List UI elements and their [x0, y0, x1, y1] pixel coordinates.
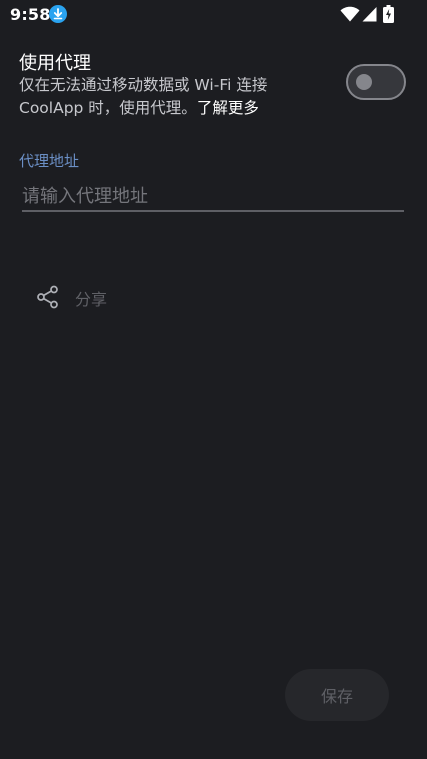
toggle-knob — [356, 74, 372, 90]
share-label: 分享 — [75, 290, 108, 309]
battery-charging-icon — [383, 5, 394, 23]
save-button[interactable]: 保存 — [285, 669, 389, 721]
use-proxy-toggle[interactable] — [346, 64, 406, 100]
signal-icon — [362, 7, 377, 22]
proxy-address-input[interactable] — [22, 182, 404, 212]
proxy-title: 使用代理 — [19, 53, 91, 74]
learn-more-link[interactable]: 了解更多 — [197, 99, 259, 117]
share-button[interactable]: 分享 — [30, 278, 190, 318]
proxy-address-label: 代理地址 — [19, 152, 80, 170]
download-icon — [49, 5, 67, 23]
wifi-icon — [340, 6, 360, 22]
proxy-description: 仅在无法通过移动数据或 Wi-Fi 连接 CoolApp 时，使用代理。了解更多 — [19, 74, 319, 120]
status-time: 9:58 — [10, 5, 51, 24]
share-icon — [37, 285, 58, 309]
status-bar: 9:58 — [0, 0, 427, 30]
